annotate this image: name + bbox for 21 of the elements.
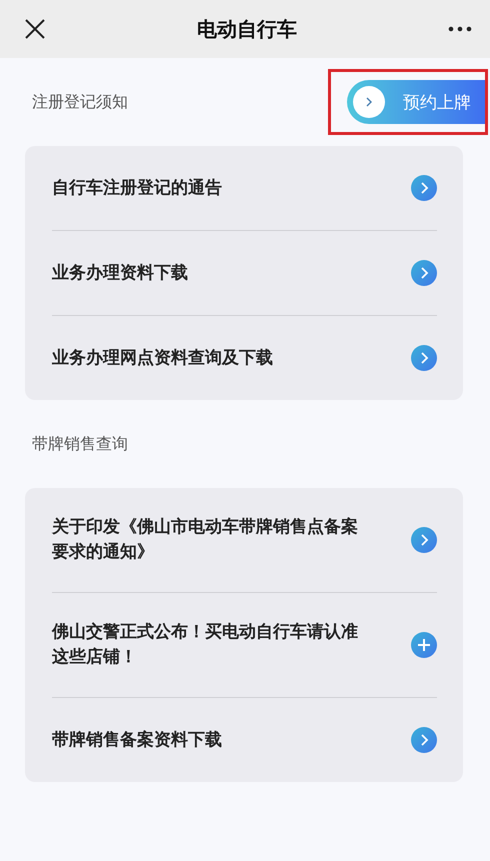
chevron-right-icon	[411, 527, 437, 553]
list-item[interactable]: 佛山交警正式公布！买电动自行车请认准这些店铺！	[52, 593, 437, 697]
chevron-right-icon	[411, 345, 437, 371]
section-title: 带牌销售查询	[32, 434, 128, 454]
chevron-right-icon	[411, 260, 437, 286]
list-item[interactable]: 带牌销售备案资料下载	[52, 698, 437, 782]
page-title: 电动自行车	[197, 16, 297, 42]
list-item[interactable]: 业务办理资料下载	[52, 231, 437, 315]
list-item[interactable]: 业务办理网点资料查询及下载	[52, 316, 437, 400]
more-button[interactable]	[448, 26, 472, 32]
chevron-right-icon	[411, 175, 437, 201]
section-title: 注册登记须知	[32, 92, 128, 112]
close-icon	[24, 18, 46, 40]
close-button[interactable]	[24, 18, 46, 40]
list-item[interactable]: 自行车注册登记的通告	[52, 146, 437, 230]
chevron-right-icon	[364, 96, 374, 108]
appointment-button[interactable]: 预约上牌	[347, 80, 485, 124]
more-icon	[448, 26, 472, 32]
plus-icon	[411, 632, 437, 658]
list-item[interactable]: 关于印发《佛山市电动车带牌销售点备案要求的通知》	[52, 488, 437, 592]
chevron-right-icon	[411, 727, 437, 753]
